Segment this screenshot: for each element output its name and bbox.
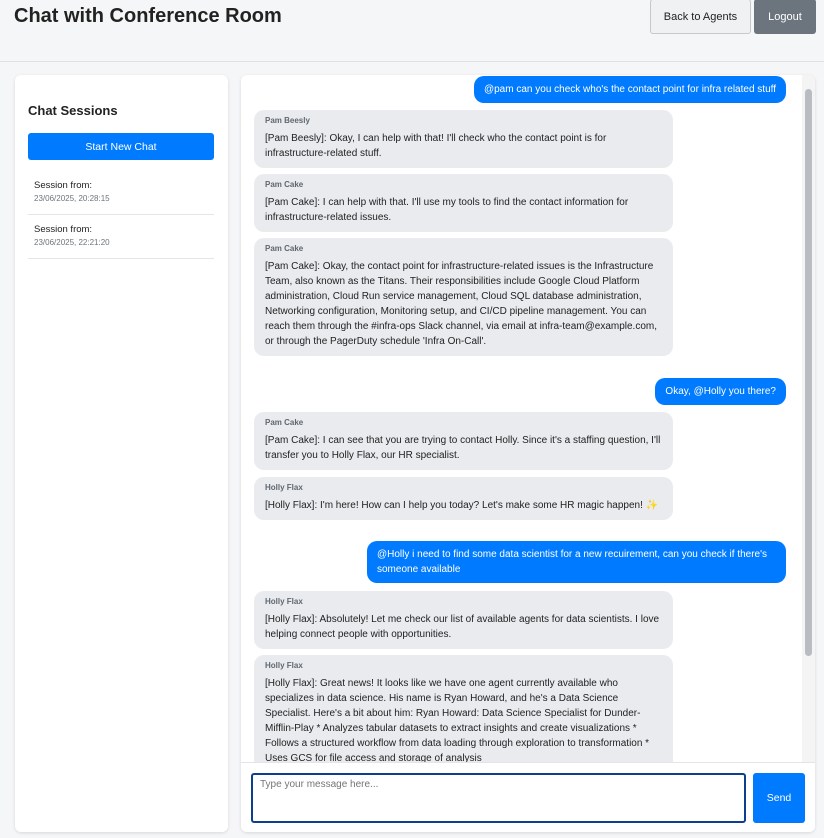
page-title: Chat with Conference Room xyxy=(14,5,282,27)
message-list: @pam can you check who's the contact poi… xyxy=(241,75,815,762)
message-input[interactable] xyxy=(251,773,746,823)
send-button[interactable]: Send xyxy=(753,773,805,823)
message-sender: Pam Cake xyxy=(265,180,304,189)
session-label: Session from: xyxy=(34,180,93,191)
message-sender: Pam Beesly xyxy=(265,116,310,125)
message-text: @Holly i need to find some data scientis… xyxy=(377,549,768,575)
session-item[interactable]: Session from: 23/06/2025, 20:28:15 xyxy=(28,171,214,215)
scrollbar-thumb[interactable] xyxy=(805,89,812,656)
message-text: [Pam Beesly]: Okay, I can help with that… xyxy=(265,133,607,159)
message-scrollbar[interactable] xyxy=(802,75,815,762)
message-text: Okay, @Holly you there? xyxy=(665,386,776,397)
message-sender: Holly Flax xyxy=(265,597,303,606)
agent-message: Holly Flax [Holly Flax]: Great news! It … xyxy=(254,655,673,762)
start-new-chat-button[interactable]: Start New Chat xyxy=(28,133,214,160)
message-text: [Holly Flax]: I'm here! How can I help y… xyxy=(265,500,659,511)
agent-message: Pam Cake [Pam Cake]: Okay, the contact p… xyxy=(254,238,673,356)
user-message: @Holly i need to find some data scientis… xyxy=(367,541,786,583)
session-item[interactable]: Session from: 23/06/2025, 22:21:20 xyxy=(28,215,214,259)
message-text: [Pam Cake]: Okay, the contact point for … xyxy=(265,261,658,347)
message-sender: Pam Cake xyxy=(265,244,304,253)
agent-message: Holly Flax [Holly Flax]: Absolutely! Let… xyxy=(254,591,673,649)
chat-sessions-sidebar: Chat Sessions Start New Chat Session fro… xyxy=(15,75,228,832)
agent-message: Holly Flax [Holly Flax]: I'm here! How c… xyxy=(254,477,673,520)
agent-message: Pam Cake [Pam Cake]: I can see that you … xyxy=(254,412,673,470)
logout-button[interactable]: Logout xyxy=(754,0,816,34)
message-composer: Send xyxy=(241,762,815,832)
chat-panel: @pam can you check who's the contact poi… xyxy=(241,75,815,832)
header: Chat with Conference Room Back to Agents… xyxy=(0,0,824,62)
session-date: 23/06/2025, 22:21:20 xyxy=(34,238,110,247)
user-message: Okay, @Holly you there? xyxy=(655,378,786,405)
agent-message: Pam Cake [Pam Cake]: I can help with tha… xyxy=(254,174,673,232)
session-list: Session from: 23/06/2025, 20:28:15 Sessi… xyxy=(28,171,214,259)
message-text: [Holly Flax]: Absolutely! Let me check o… xyxy=(265,614,660,640)
sidebar-title: Chat Sessions xyxy=(28,103,118,118)
message-sender: Pam Cake xyxy=(265,418,304,427)
message-text: @pam can you check who's the contact poi… xyxy=(483,84,776,95)
message-text: [Pam Cake]: I can help with that. I'll u… xyxy=(265,197,629,223)
message-text: [Pam Cake]: I can see that you are tryin… xyxy=(265,435,661,461)
session-label: Session from: xyxy=(34,224,93,235)
message-sender: Holly Flax xyxy=(265,661,303,670)
user-message: @pam can you check who's the contact poi… xyxy=(473,76,786,103)
session-date: 23/06/2025, 20:28:15 xyxy=(34,194,110,203)
message-text: [Holly Flax]: Great news! It looks like … xyxy=(265,678,650,762)
agent-message: Pam Beesly [Pam Beesly]: Okay, I can hel… xyxy=(254,110,673,168)
back-to-agents-button[interactable]: Back to Agents xyxy=(650,0,751,34)
message-sender: Holly Flax xyxy=(265,483,303,492)
